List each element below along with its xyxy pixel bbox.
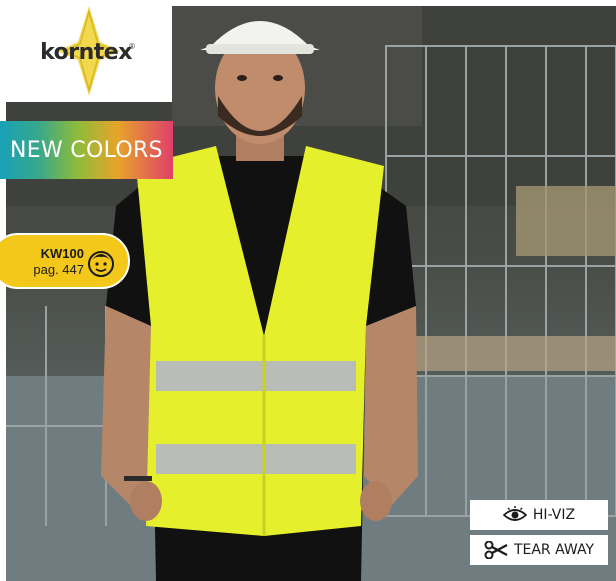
brand-name: korntex <box>40 40 132 65</box>
brand-reg-mark: ® <box>129 42 135 51</box>
product-code-badge: KW100 pag. 447 <box>0 233 130 289</box>
feature-tear-away-label: TEAR AWAY <box>513 542 595 558</box>
eye-icon <box>502 506 527 521</box>
plank <box>406 336 616 371</box>
feature-hi-viz: HI-VIZ <box>470 500 608 530</box>
product-code: KW100 <box>40 246 84 261</box>
feature-hi-viz-label: HI-VIZ <box>532 507 576 523</box>
scissors-icon <box>484 541 508 559</box>
feature-tear-away: TEAR AWAY <box>470 535 608 565</box>
wood-beam <box>516 186 616 256</box>
catalog-page: pag. 447 <box>33 262 84 277</box>
brand-logo: korntex ® <box>0 0 172 102</box>
new-colors-banner: NEW COLORS <box>0 121 173 179</box>
child-face-icon <box>88 251 114 277</box>
new-colors-label: NEW COLORS <box>10 137 163 163</box>
